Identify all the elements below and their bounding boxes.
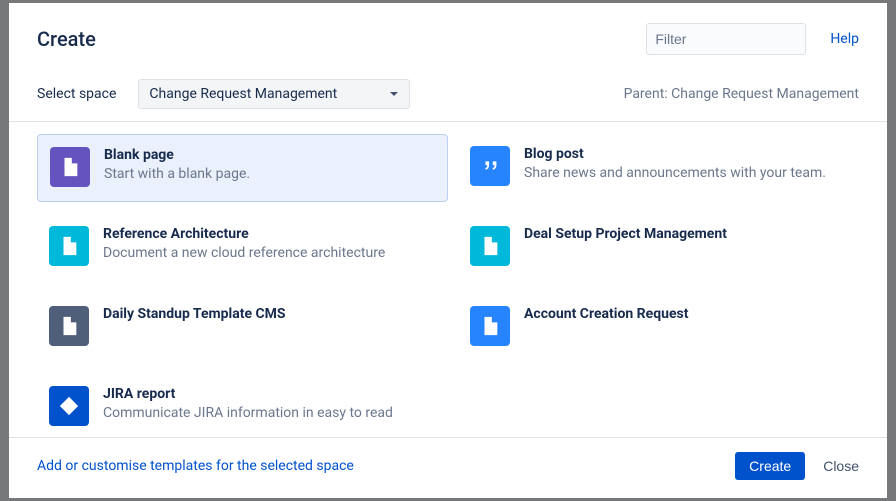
header-right: Help — [646, 23, 859, 55]
template-desc: Share news and announcements with your t… — [524, 164, 826, 182]
tpl-jira-report[interactable]: JIRA report Communicate JIRA information … — [37, 374, 448, 437]
template-body: Reference Architecture Document a new clo… — [103, 226, 385, 262]
space-left: Select space Change Request Management — [37, 79, 410, 109]
tpl-daily-standup-icon — [49, 306, 89, 346]
select-space-label: Select space — [37, 86, 116, 102]
template-title: JIRA report — [103, 386, 393, 402]
tpl-jira-report-icon — [49, 386, 89, 426]
space-select[interactable]: Change Request Management — [138, 79, 410, 109]
dialog-header: Create Help — [9, 3, 887, 65]
template-desc: Communicate JIRA information in easy to … — [103, 404, 393, 422]
tpl-blank-page[interactable]: Blank page Start with a blank page. — [37, 134, 448, 202]
customise-templates-link[interactable]: Add or customise templates for the selec… — [37, 458, 354, 474]
tpl-account-creation[interactable]: Account Creation Request — [458, 294, 869, 362]
template-title: Blank page — [104, 147, 250, 163]
close-button[interactable]: Close — [823, 458, 859, 474]
tpl-reference-architecture[interactable]: Reference Architecture Document a new clo… — [37, 214, 448, 282]
tpl-reference-architecture-icon — [49, 226, 89, 266]
dialog-footer: Add or customise templates for the selec… — [9, 437, 887, 498]
template-body: JIRA report Communicate JIRA information … — [103, 386, 393, 422]
tpl-deal-setup-icon — [470, 226, 510, 266]
tpl-deal-setup[interactable]: Deal Setup Project Management — [458, 214, 869, 282]
create-button[interactable]: Create — [735, 452, 805, 480]
chevron-down-icon — [389, 89, 399, 99]
tpl-account-creation-icon — [470, 306, 510, 346]
templates-grid: Blank page Start with a blank page. Blog p… — [37, 134, 869, 437]
template-desc: Start with a blank page. — [104, 165, 250, 183]
dialog-title: Create — [37, 27, 96, 51]
tpl-daily-standup[interactable]: Daily Standup Template CMS — [37, 294, 448, 362]
template-title: Daily Standup Template CMS — [103, 306, 286, 322]
parent-label: Parent: Change Request Management — [624, 86, 859, 102]
filter-input[interactable] — [655, 31, 836, 47]
templates-scroll[interactable]: Blank page Start with a blank page. Blog p… — [9, 122, 887, 437]
template-title: Account Creation Request — [524, 306, 688, 322]
space-row: Select space Change Request Management P… — [9, 65, 887, 122]
filter-box[interactable] — [646, 23, 806, 55]
tpl-blog-post[interactable]: Blog post Share news and announcements wi… — [458, 134, 869, 202]
space-select-value: Change Request Management — [149, 86, 337, 102]
template-body: Daily Standup Template CMS — [103, 306, 286, 322]
template-body: Account Creation Request — [524, 306, 688, 322]
tpl-blank-page-icon — [50, 147, 90, 187]
template-body: Deal Setup Project Management — [524, 226, 727, 242]
footer-buttons: Create Close — [735, 452, 859, 480]
template-body: Blank page Start with a blank page. — [104, 147, 250, 183]
template-title: Blog post — [524, 146, 826, 162]
template-title: Reference Architecture — [103, 226, 385, 242]
template-body: Blog post Share news and announcements wi… — [524, 146, 826, 182]
create-dialog: Create Help Select space Change Request … — [9, 3, 887, 498]
help-link[interactable]: Help — [830, 31, 859, 47]
template-desc: Document a new cloud reference architect… — [103, 244, 385, 262]
tpl-blog-post-icon — [470, 146, 510, 186]
template-title: Deal Setup Project Management — [524, 226, 727, 242]
